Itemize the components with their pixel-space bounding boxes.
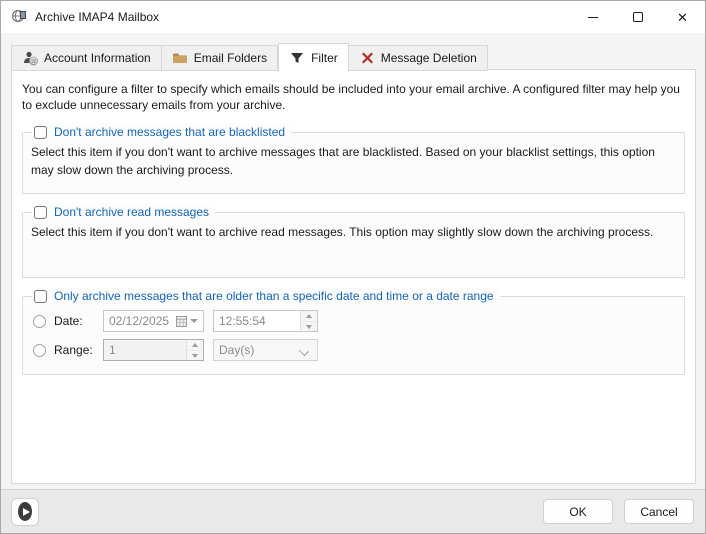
- account-at-icon: @: [22, 50, 38, 66]
- date-value: 02/12/2025: [109, 314, 176, 328]
- time-spin-up-button[interactable]: [301, 311, 317, 321]
- group-read-messages-legend: Don't archive read messages: [32, 205, 215, 219]
- cancel-button[interactable]: Cancel: [624, 499, 694, 524]
- range-radio[interactable]: [33, 344, 46, 357]
- tab-bar: @ Account Information Email Folders Filt…: [11, 43, 488, 71]
- range-spinner: [186, 340, 203, 360]
- title-bar: Archive IMAP4 Mailbox ✕: [1, 1, 705, 33]
- range-value: 1: [109, 343, 186, 357]
- filter-intro-text: You can configure a filter to specify wh…: [22, 81, 685, 113]
- red-x-icon: [359, 50, 375, 66]
- group-date-filter: Only archive messages that are older tha…: [22, 289, 685, 375]
- blacklisted-checkbox[interactable]: [34, 126, 47, 139]
- date-filter-checkbox[interactable]: [34, 290, 47, 303]
- app-globe-icon: [11, 8, 27, 27]
- read-messages-description: Select this item if you don't want to ar…: [31, 219, 676, 271]
- range-spin-up-button[interactable]: [187, 340, 203, 350]
- chevron-down-icon: [300, 346, 309, 355]
- dialog-archive-imap4-mailbox: Archive IMAP4 Mailbox ✕ @ Account Inform…: [0, 0, 706, 534]
- date-picker[interactable]: 02/12/2025: [103, 310, 204, 332]
- close-icon: ✕: [677, 11, 688, 24]
- time-input[interactable]: 12:55:54: [213, 310, 318, 332]
- date-radio-label[interactable]: Date:: [54, 314, 103, 328]
- group-blacklisted-legend: Don't archive messages that are blacklis…: [32, 125, 291, 139]
- range-row: Range: 1 Day(s): [33, 339, 676, 361]
- spin-down-icon: [192, 354, 198, 358]
- group-date-filter-legend: Only archive messages that are older tha…: [32, 289, 500, 303]
- read-messages-checkbox-label[interactable]: Don't archive read messages: [54, 205, 209, 219]
- tab-message-deletion[interactable]: Message Deletion: [349, 45, 488, 71]
- window-title: Archive IMAP4 Mailbox: [35, 10, 159, 24]
- group-read-messages: Don't archive read messages Select this …: [22, 205, 685, 278]
- blacklisted-description: Select this item if you don't want to ar…: [31, 139, 676, 187]
- range-unit-dropdown[interactable]: Day(s): [213, 339, 318, 361]
- range-spin-down-button[interactable]: [187, 350, 203, 361]
- time-spinner: [300, 311, 317, 331]
- dialog-buttons: OK Cancel: [543, 499, 705, 524]
- tab-label: Message Deletion: [381, 51, 477, 65]
- footer-bar: OK Cancel: [1, 489, 705, 533]
- maximize-button[interactable]: [615, 1, 660, 33]
- help-video-button[interactable]: [11, 498, 39, 526]
- read-messages-checkbox[interactable]: [34, 206, 47, 219]
- time-value: 12:55:54: [219, 314, 300, 328]
- range-unit-value: Day(s): [219, 343, 300, 357]
- funnel-icon: [289, 50, 305, 66]
- range-number-input[interactable]: 1: [103, 339, 204, 361]
- folder-icon: [172, 50, 188, 66]
- date-filter-checkbox-label[interactable]: Only archive messages that are older tha…: [54, 289, 494, 303]
- date-row: Date: 02/12/2025: [33, 310, 676, 332]
- minimize-icon: [588, 17, 598, 18]
- maximize-icon: [633, 12, 643, 22]
- tab-email-folders[interactable]: Email Folders: [162, 45, 278, 71]
- minimize-button[interactable]: [570, 1, 615, 33]
- svg-text:@: @: [30, 57, 37, 65]
- tab-account-information[interactable]: @ Account Information: [11, 45, 162, 71]
- group-blacklisted: Don't archive messages that are blacklis…: [22, 125, 685, 194]
- tab-label: Email Folders: [194, 51, 267, 65]
- window-controls: ✕: [570, 1, 705, 33]
- spin-down-icon: [306, 325, 312, 329]
- ok-button[interactable]: OK: [543, 499, 613, 524]
- range-radio-label[interactable]: Range:: [54, 343, 103, 357]
- date-radio[interactable]: [33, 315, 46, 328]
- blacklisted-checkbox-label[interactable]: Don't archive messages that are blacklis…: [54, 125, 285, 139]
- tab-filter[interactable]: Filter: [278, 43, 349, 72]
- spin-up-icon: [192, 343, 198, 347]
- tab-label: Account Information: [44, 51, 151, 65]
- spin-up-icon: [306, 314, 312, 318]
- calendar-icon[interactable]: [176, 316, 187, 327]
- close-button[interactable]: ✕: [660, 1, 705, 33]
- date-dropdown-icon[interactable]: [190, 319, 198, 323]
- filter-tab-panel: You can configure a filter to specify wh…: [11, 69, 696, 484]
- tab-label: Filter: [311, 51, 338, 65]
- play-icon: [18, 502, 32, 521]
- time-spin-down-button[interactable]: [301, 321, 317, 332]
